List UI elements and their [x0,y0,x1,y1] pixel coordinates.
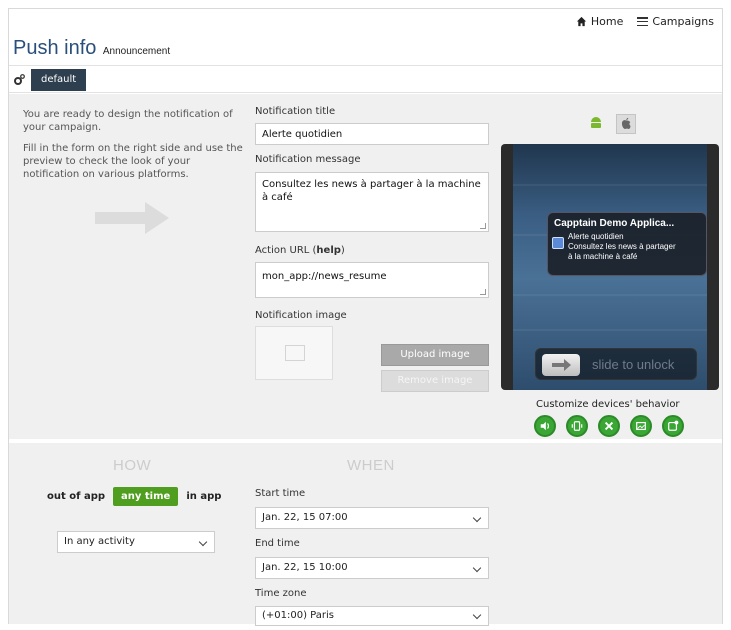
screen-texture [513,329,707,331]
page-subtitle: Announcement [102,46,171,57]
activity-select-value: In any activity [64,536,135,547]
end-time-select[interactable]: Jan. 22, 15 10:00 [255,557,489,579]
app-icon [552,237,564,249]
design-section: You are ready to design the notification… [9,94,722,439]
nav-campaigns-label: Campaigns [652,15,714,28]
close-icon[interactable] [598,415,620,437]
sound-icon[interactable] [534,415,556,437]
notification-message-label: Notification message [255,154,361,165]
chevron-down-icon [198,537,208,547]
any-time-option[interactable]: any time [113,487,179,506]
in-app-option[interactable]: in app [186,491,221,502]
action-url-label-text: Action URL ( [255,245,317,256]
page-title-main: Push info [13,37,97,59]
apple-icon [621,117,631,129]
screen-texture [513,294,707,296]
tab-default[interactable]: default [31,69,87,91]
badge-icon[interactable] [662,415,684,437]
intro-text: You are ready to design the notification… [23,108,243,189]
arrow-right-icon [95,202,169,234]
chevron-down-icon [472,513,482,523]
upload-image-button[interactable]: Upload image [381,344,489,366]
activity-select[interactable]: In any activity [57,531,215,553]
notification-message-value: Consultez les news à partager à la machi… [262,179,481,203]
action-url-label: Action URL (help) [255,245,345,256]
device-preview: Capptain Demo Applica... Alerte quotidie… [501,144,719,390]
start-time-value: Jan. 22, 15 07:00 [262,512,348,523]
page-title: Push info Announcement [13,37,170,60]
picture-icon[interactable] [630,415,652,437]
action-url-help-link[interactable]: help [316,245,341,256]
intro-line-1: You are ready to design the notification… [23,109,233,133]
end-time-value: Jan. 22, 15 10:00 [262,562,348,573]
action-url-value: mon_app://news_resume [262,271,387,282]
display-mode-toggle: out of app any time in app [47,487,221,506]
notification-title-input[interactable]: Alerte quotidien [255,123,489,145]
resize-grip-icon[interactable] [480,289,486,295]
how-heading: HOW [113,457,152,474]
screen-texture [513,184,707,186]
notification-image-label: Notification image [255,310,347,321]
behavior-buttons [534,415,684,437]
resize-grip-icon[interactable] [480,223,486,229]
tab-bar: default [9,65,722,93]
image-preview-box[interactable] [255,326,333,380]
action-url-label-close: ) [340,245,345,256]
out-of-app-option[interactable]: out of app [47,491,105,502]
slider-arrow-icon [552,359,571,371]
remove-image-button[interactable]: Remove image [381,370,489,392]
preview-notif-line-2: à la machine à café [568,252,638,261]
preview-notif-title: Alerte quotidien [568,232,624,241]
preview-notif-line-1: Consultez les news à partager [568,242,676,251]
nav-campaigns[interactable]: Campaigns [637,15,714,28]
platform-apple-button[interactable] [616,114,636,134]
chevron-down-icon [472,563,482,573]
gear-icon[interactable] [13,74,25,86]
time-zone-select[interactable]: (+01:00) Paris [255,606,489,626]
customize-behavior-label: Customize devices' behavior [536,399,680,410]
home-icon [576,16,586,27]
when-heading: WHEN [347,457,395,474]
start-time-label: Start time [255,488,306,499]
notification-title-value: Alerte quotidien [262,129,343,140]
chevron-down-icon [472,610,482,620]
action-url-textarea[interactable]: mon_app://news_resume [255,262,489,298]
preview-app-name: Capptain Demo Applica... [554,218,675,229]
time-zone-label: Time zone [255,588,307,599]
notification-title-label: Notification title [255,106,336,117]
slide-to-unlock-text: slide to unlock [592,357,675,372]
slide-to-unlock: slide to unlock [535,348,697,380]
start-time-select[interactable]: Jan. 22, 15 07:00 [255,507,489,529]
end-time-label: End time [255,538,300,549]
vibrate-icon[interactable] [566,415,588,437]
top-nav: Home Campaigns [576,15,714,28]
image-placeholder-icon [285,345,305,361]
preview-notification: Capptain Demo Applica... Alerte quotidie… [547,212,707,276]
nav-home[interactable]: Home [576,15,623,28]
push-info-panel: Home Campaigns Push info Announcement de… [8,8,723,626]
android-icon[interactable] [588,114,604,130]
slider-knob [542,354,580,376]
list-icon [637,17,649,26]
schedule-section: HOW out of app any time in app In any ac… [9,443,722,626]
device-screen: Capptain Demo Applica... Alerte quotidie… [513,144,707,390]
nav-home-label: Home [590,15,624,28]
notification-message-textarea[interactable]: Consultez les news à partager à la machi… [255,172,489,232]
intro-line-2: Fill in the form on the right side and u… [23,143,243,180]
time-zone-value: (+01:00) Paris [262,610,334,621]
